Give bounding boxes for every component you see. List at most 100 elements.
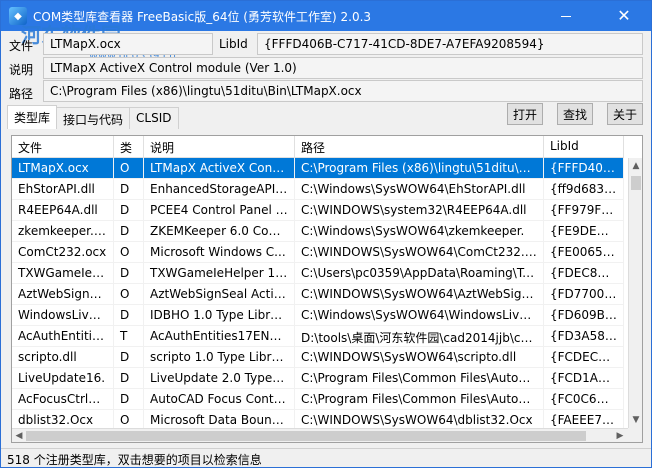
table-cell: D xyxy=(114,368,144,389)
table-cell: {FE0065C0-1... xyxy=(544,242,624,263)
path-label: 路径 xyxy=(9,87,34,101)
table-cell: {FDEC87F9-D... xyxy=(544,263,624,284)
table-cell: IDBHO 1.0 Type Libra... xyxy=(144,305,295,326)
libid-field[interactable]: {FFFD406B-C717-41CD-8DE7-A7EFA9208594} xyxy=(257,33,643,55)
column-header-libid[interactable]: LibId xyxy=(544,136,624,158)
table-cell: AutoCAD Focus Contr... xyxy=(144,389,295,410)
table-cell: C:\Program Files\Common Files\Autod... xyxy=(295,389,544,410)
table-cell: {FD3A5847-4... xyxy=(544,326,624,347)
table-cell: LTMapX.ocx xyxy=(12,158,114,179)
find-button[interactable]: 查找 xyxy=(557,103,593,125)
vertical-scrollbar[interactable]: ▲ ▼ xyxy=(628,158,642,428)
table-cell: {FCD1A26E-C... xyxy=(544,368,624,389)
column-header-path[interactable]: 路径 xyxy=(295,136,544,158)
scroll-left-icon[interactable]: ◀ xyxy=(13,430,25,442)
table-cell: O xyxy=(114,284,144,305)
table-cell: TXWGameIeH... xyxy=(12,263,114,284)
table-cell: zkemkeeper.dll xyxy=(12,221,114,242)
table-cell: {FCDECE01-A... xyxy=(544,347,624,368)
table-cell: C:\Windows\SysWOW64\WindowsLiveL... xyxy=(295,305,544,326)
table-cell: EnhancedStorageAPI ... xyxy=(144,179,295,200)
table-cell: {FC0C6DFB-9... xyxy=(544,389,624,410)
table-row[interactable]: EhStorAPI.dll D EnhancedStorageAPI ... C:\W… xyxy=(12,179,624,200)
table-cell: C:\Windows\SysWOW64\zkemkeeper. xyxy=(295,221,544,242)
table-row[interactable]: ComCt232.ocx O Microsoft Windows C... C:\WI… xyxy=(12,242,624,263)
table-cell: WindowsLiveL... xyxy=(12,305,114,326)
table-cell: D xyxy=(114,347,144,368)
scroll-up-icon[interactable]: ▲ xyxy=(631,160,641,172)
table-row[interactable]: TXWGameIeH... D TXWGameIeHelper 1.... C:\Us… xyxy=(12,263,624,284)
table-cell: Microsoft Windows C... xyxy=(144,242,295,263)
column-header-description[interactable]: 说明 xyxy=(144,136,295,158)
table-cell: LTMapX ActiveX Cont... xyxy=(144,158,295,179)
table-cell: scripto.dll xyxy=(12,347,114,368)
table-cell: D xyxy=(114,179,144,200)
table-row[interactable]: AztWebSignS... O AztWebSignSeal Activ... C:… xyxy=(12,284,624,305)
table-row[interactable]: WindowsLiveL... D IDBHO 1.0 Type Libra... C… xyxy=(12,305,624,326)
status-bar: 518 个注册类型库，双击想要的项目以检索信息 xyxy=(1,448,651,467)
minimize-icon xyxy=(561,15,571,17)
table-body: LTMapX.ocx O LTMapX ActiveX Cont... C:\Prog… xyxy=(12,158,624,431)
file-label: 文件 xyxy=(9,39,34,53)
about-button[interactable]: 关于 xyxy=(607,103,643,125)
horizontal-scroll-thumb[interactable] xyxy=(26,431,586,441)
table-cell: D:\tools\桌面\河东软件园\cad2014jjb\ca... xyxy=(295,326,544,347)
table-cell: ZKEMKeeper 6.0 Cont... xyxy=(144,221,295,242)
table-header: 文件 类 说明 路径 LibId xyxy=(12,136,624,158)
table-row[interactable]: AcAuthEntities... T AcAuthEntities17ENU.t.… xyxy=(12,326,624,347)
open-button[interactable]: 打开 xyxy=(507,103,543,125)
tab-interfaces-code[interactable]: 接口与代码 xyxy=(56,107,131,129)
table-cell: D xyxy=(114,263,144,284)
table-cell: C:\WINDOWS\SysWOW64\scripto.dll xyxy=(295,347,544,368)
table-row[interactable]: scripto.dll Dscripto 1.0 Type Libra... C:\… xyxy=(12,347,624,368)
table-cell: LiveUpdate16. xyxy=(12,368,114,389)
path-field[interactable]: C:\Program Files (x86)\lingtu\51ditu\Bin… xyxy=(43,80,643,102)
table-cell: C:\WINDOWS\SysWOW64\ComCt232.ocx xyxy=(295,242,544,263)
table-row[interactable]: AcFocusCtrl16... D AutoCAD Focus Contr... C… xyxy=(12,389,624,410)
vertical-scroll-thumb[interactable] xyxy=(631,176,641,190)
table-cell: {FF979F8B-35... xyxy=(544,200,624,221)
horizontal-scrollbar[interactable]: ◀ ▶ xyxy=(12,428,628,442)
table-cell: AcAuthEntities... xyxy=(12,326,114,347)
table-row[interactable]: LTMapX.ocx O LTMapX ActiveX Cont... C:\Prog… xyxy=(12,158,624,179)
table-cell: D xyxy=(114,305,144,326)
table-cell: scripto 1.0 Type Libra... xyxy=(144,347,295,368)
table-cell: C:\WINDOWS\system32\R4EEP64A.dll xyxy=(295,200,544,221)
table-cell: {FD7700E3-1... xyxy=(544,284,624,305)
typelib-table[interactable]: 文件 类 说明 路径 LibId LTMapX.ocx O LTMapX Activ… xyxy=(11,135,643,443)
column-header-class[interactable]: 类 xyxy=(114,136,144,158)
table-cell: C:\Program Files (x86)\lingtu\51ditu\Bin… xyxy=(295,158,544,179)
table-row[interactable]: LiveUpdate16. D LiveUpdate 2.0 Type L... C:… xyxy=(12,368,624,389)
close-icon: ✕ xyxy=(617,6,631,25)
table-cell: D xyxy=(114,221,144,242)
app-window: ◆ COM类型库查看器 FreeBasic版_64位 (勇芳软件工作室) 2.0… xyxy=(0,0,652,468)
table-cell: {FE9DED34-E... xyxy=(544,221,624,242)
table-cell: {FFFD406B-C... xyxy=(544,158,624,179)
file-field[interactable]: LTMapX.ocx xyxy=(43,33,213,55)
table-cell: C:\Program Files\Common Files\Autod... xyxy=(295,368,544,389)
close-button[interactable]: ✕ xyxy=(601,1,647,31)
description-label: 说明 xyxy=(9,63,34,77)
table-row[interactable]: zkemkeeper.dll D ZKEMKeeper 6.0 Cont... C:\… xyxy=(12,221,624,242)
column-header-file[interactable]: 文件 xyxy=(12,136,114,158)
description-field[interactable]: LTMapX ActiveX Control module (Ver 1.0) xyxy=(43,57,643,79)
table-cell: AztWebSignS... xyxy=(12,284,114,305)
table-cell: O xyxy=(114,242,144,263)
table-row[interactable]: R4EEP64A.dll D PCEE4 Control Panel E... C:\… xyxy=(12,200,624,221)
table-cell: ComCt232.ocx xyxy=(12,242,114,263)
tab-typelib[interactable]: 类型库 xyxy=(7,105,58,129)
scroll-down-icon[interactable]: ▼ xyxy=(631,414,641,426)
table-cell: {ff9d683b-b9... xyxy=(544,179,624,200)
libid-label: LibId xyxy=(219,37,248,51)
tab-clsid[interactable]: CLSID xyxy=(129,107,179,129)
table-cell: C:\Windows\SysWOW64\EhStorAPI.dll xyxy=(295,179,544,200)
table-cell: C:\WINDOWS\SysWOW64\AztWebSignS... xyxy=(295,284,544,305)
table-cell: D xyxy=(114,200,144,221)
table-cell: R4EEP64A.dll xyxy=(12,200,114,221)
table-cell: {FD609BF1-0... xyxy=(544,305,624,326)
table-cell: AcFocusCtrl16... xyxy=(12,389,114,410)
scroll-right-icon[interactable]: ▶ xyxy=(614,430,626,442)
table-cell: O xyxy=(114,158,144,179)
table-cell: AztWebSignSeal Activ... xyxy=(144,284,295,305)
minimize-button[interactable] xyxy=(543,1,589,31)
